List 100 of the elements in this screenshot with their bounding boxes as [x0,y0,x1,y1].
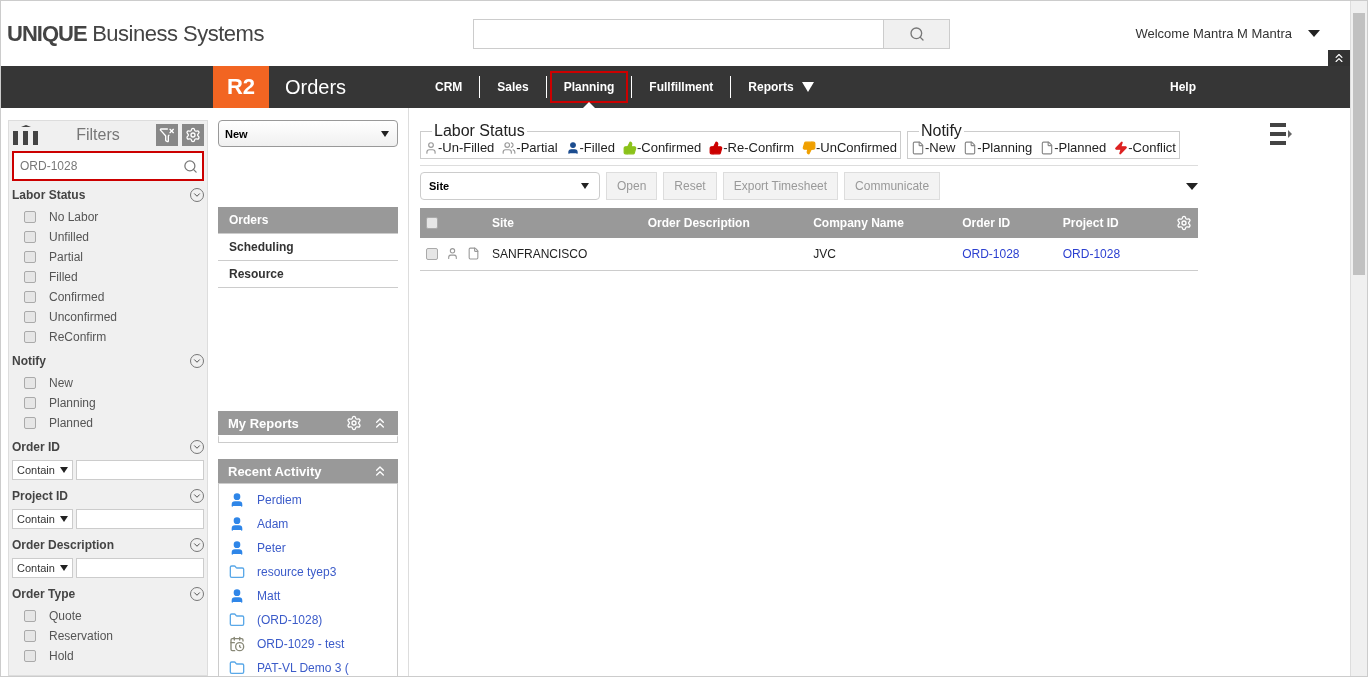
legend-item: -Filled [565,140,615,155]
checkbox[interactable] [24,377,36,389]
legend-title: Labor Status [433,122,526,140]
person-icon [229,516,245,532]
caret-icon [381,130,389,137]
checkbox[interactable] [24,271,36,283]
legend-item: -New [910,140,956,155]
columns-icon[interactable] [12,125,40,145]
document-icon [963,140,978,155]
person-icon [565,140,580,155]
welcome-text: Welcome Mantra M Mantra [1135,26,1292,41]
calendar-icon [229,636,245,652]
settings-icon[interactable] [346,415,362,431]
clear-filter-button[interactable] [156,124,178,146]
settings-icon[interactable] [1176,215,1192,231]
thumbs-down-icon [802,140,817,155]
lightning-icon [1114,140,1129,155]
activity-link[interactable]: ORD-1029 - test [229,632,397,656]
activity-link[interactable]: Matt [229,584,397,608]
app-badge: R2 [213,66,269,108]
selection-pointer [583,102,595,108]
checkbox-label: Unconfirmed [49,310,118,324]
caret-icon [581,183,589,189]
panel-title: My Reports [228,415,300,431]
document-icon [1040,140,1055,155]
person-icon [446,247,459,261]
activity-link[interactable]: (ORD-1028) [229,608,397,632]
activity-link[interactable]: Perdiem [229,488,397,512]
operator-select[interactable]: Contain [12,509,73,529]
section-title: Order Description [12,538,115,552]
activity-link[interactable]: Peter [229,536,397,560]
activity-link[interactable]: resource tyep3 [229,560,397,584]
checkbox[interactable] [24,417,36,429]
site-select[interactable]: Site [420,172,600,200]
checkbox-label: Filled [49,270,78,284]
section-title: Order Type [12,587,76,601]
checkbox[interactable] [24,331,36,343]
checkbox-label: Unfilled [49,230,90,244]
table-cell: SANFRANCISCO [492,246,588,261]
checkbox[interactable] [24,291,36,303]
new-select[interactable]: New [218,120,398,147]
section-title: Order ID [12,440,60,454]
checkbox[interactable] [24,211,36,223]
checkbox[interactable] [426,247,438,260]
checkbox-label: ReConfirm [49,330,107,344]
logo: UNIQUE Business Systems [7,20,265,47]
search-icon [183,158,198,174]
activity-link[interactable]: Adam [229,512,397,536]
checkbox[interactable] [24,397,36,409]
checkbox-label: Confirmed [49,290,105,304]
nav-tab[interactable]: Sales [483,71,543,103]
checkbox[interactable] [24,231,36,243]
nav-tab[interactable]: CRM [421,71,477,103]
operator-select[interactable]: Contain [12,558,73,578]
people-icon [502,140,517,155]
person-icon [229,588,245,604]
project-link[interactable]: ORD-1028 [1062,246,1121,261]
thumbs-up-icon [709,140,724,155]
checkbox[interactable] [24,311,36,323]
nav-tab[interactable]: Fullfillment [635,71,728,103]
menu-icon[interactable] [1270,122,1294,146]
caret-icon[interactable] [1186,182,1198,190]
checkbox[interactable] [24,650,36,662]
scrollbar[interactable] [1350,1,1367,676]
search-button[interactable] [883,19,949,48]
legend-item: -Re-Confirm [709,140,795,155]
filters-title: Filters [75,126,121,144]
checkbox[interactable] [426,217,438,229]
filter-search-box[interactable]: ORD-1028 [12,151,204,181]
checkbox[interactable] [24,251,36,263]
folder-icon [229,612,245,628]
legend-title: Notify [919,122,963,140]
panel-title: Recent Activity [228,463,323,479]
checkbox[interactable] [24,630,36,642]
help-link[interactable]: Help [1170,80,1196,94]
person-icon [229,540,245,556]
checkbox-label: Hold [49,649,74,663]
filter-input[interactable] [76,460,204,480]
order-link[interactable]: ORD-1028 [962,246,1020,261]
activity-link[interactable]: PAT-VL Demo 3 ( [229,656,397,676]
filter-input[interactable] [76,509,204,529]
search-field[interactable] [473,18,950,49]
collapse-button[interactable] [1328,50,1350,66]
filter-input[interactable] [76,558,204,578]
table-cell: JVC [813,246,836,261]
folder-icon [229,660,245,676]
checkbox-label: Planning [49,396,96,410]
caret-icon[interactable] [1308,30,1320,37]
section-title: Notify [12,354,46,368]
legend-item: -Confirmed [622,140,702,155]
nav-tab[interactable]: Reports [734,71,828,103]
caret-icon [59,516,68,522]
folder-icon [229,564,245,580]
checkbox[interactable] [24,610,36,622]
person-icon [424,140,438,155]
thumbs-up-icon [622,140,637,155]
operator-select[interactable]: Contain [12,460,73,480]
settings-button[interactable] [182,124,204,146]
checkbox-label: No Labor [49,210,99,224]
document-icon [467,247,480,261]
